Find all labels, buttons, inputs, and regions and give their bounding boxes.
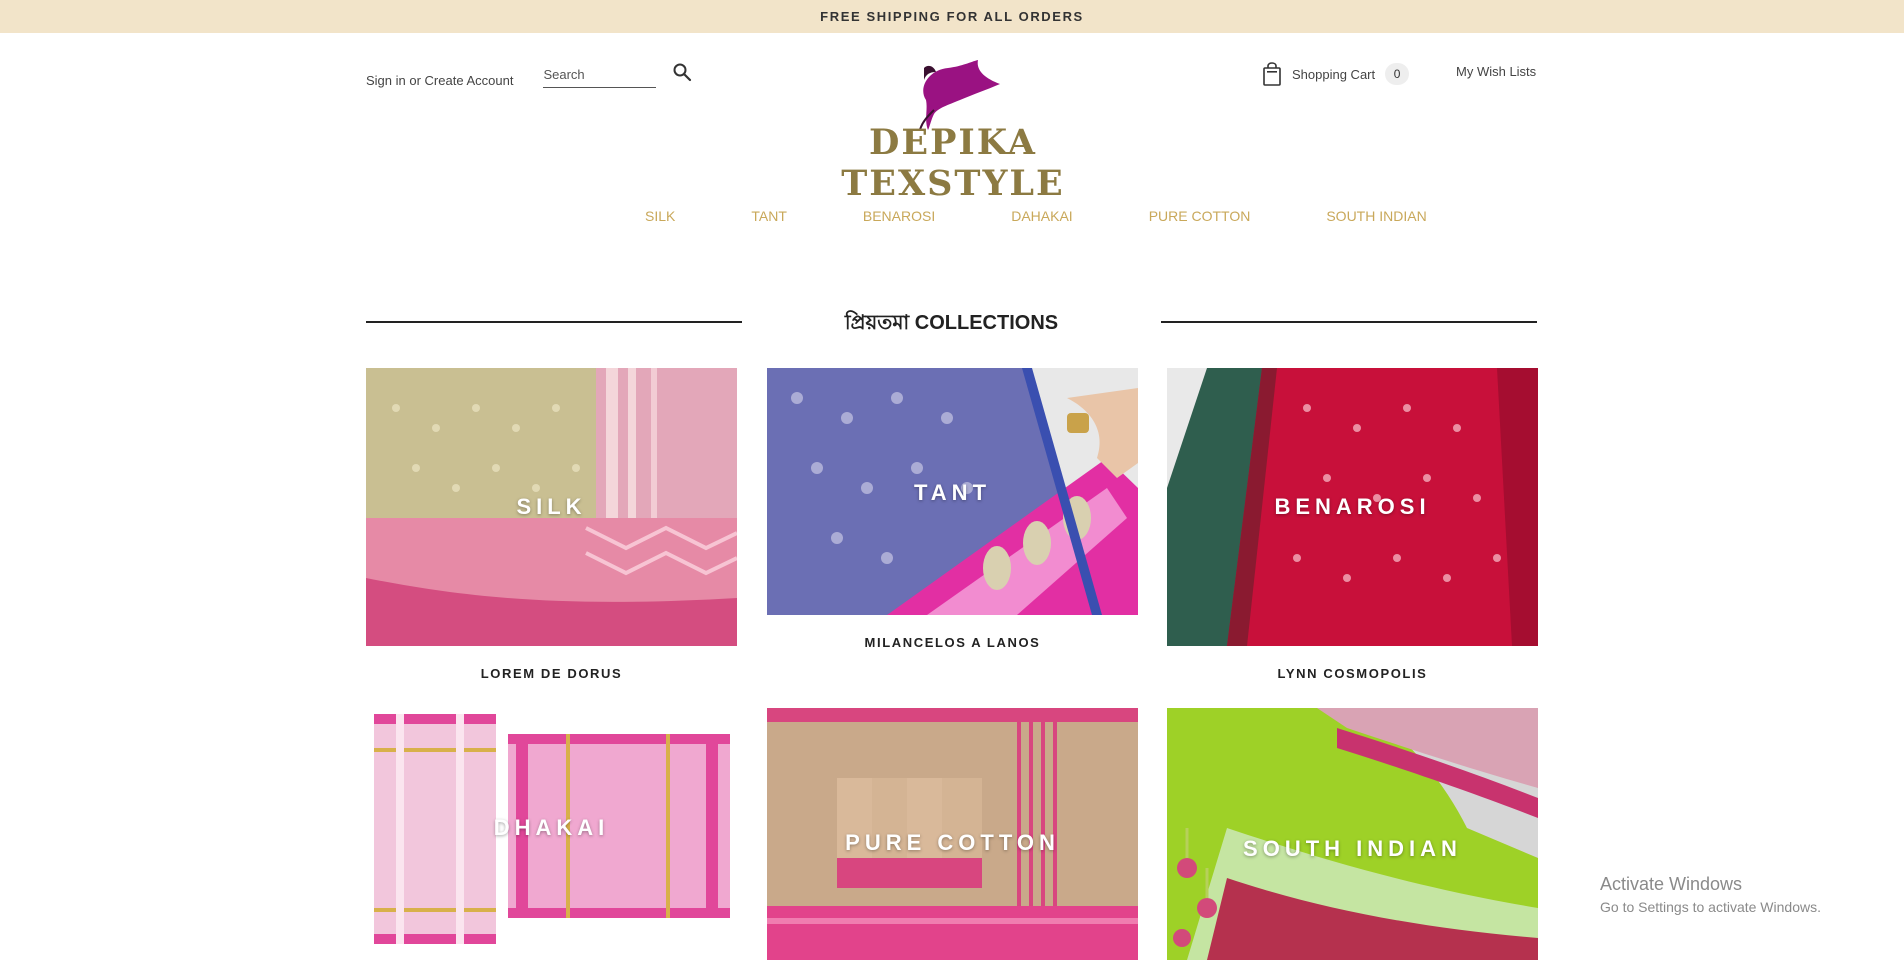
collection-image-benarosi[interactable]: BENAROSI — [1167, 368, 1538, 646]
collection-overlay-pure-cotton: PURE COTTON — [845, 830, 1060, 855]
create-account-link[interactable]: Create Account — [425, 73, 514, 88]
promo-text: FREE SHIPPING FOR ALL ORDERS — [820, 9, 1084, 24]
nav-item-south-indian[interactable]: SOUTH INDIAN — [1326, 208, 1426, 224]
cart-link[interactable]: Shopping Cart — [1292, 67, 1375, 82]
collection-card-dhakai[interactable]: DHAKAI — [366, 708, 737, 960]
activate-windows-title: Activate Windows — [1600, 874, 1743, 894]
header-left: Sign in or Create Account — [366, 62, 657, 88]
collection-image-dhakai[interactable]: DHAKAI — [366, 708, 737, 960]
brand-logo[interactable]: DEPIKA TEXSTYLE — [788, 60, 1118, 204]
signin-link[interactable]: Sign in — [366, 73, 406, 88]
wishlist-link[interactable]: My Wish Lists — [1456, 64, 1536, 79]
collection-overlay-tant: TANT — [913, 480, 992, 505]
collection-overlay-benarosi: BENAROSI — [1274, 494, 1431, 519]
logo-wordmark: DEPIKA TEXSTYLE — [841, 122, 1065, 204]
search-icon[interactable] — [672, 62, 692, 82]
collection-card-tant[interactable]: TANT MILANCELOS A LANOS — [767, 368, 1138, 650]
search-box — [543, 62, 657, 88]
collections-heading: প্রিয়তমা COLLECTIONS — [366, 308, 1537, 338]
heading-divider-right — [1161, 321, 1537, 323]
account-links: Sign in or Create Account — [366, 73, 513, 88]
collection-overlay-silk: SILK — [516, 494, 587, 519]
collections-title: প্রিয়তমা COLLECTIONS — [844, 312, 1059, 334]
activate-windows-watermark: Activate Windows Go to Settings to activ… — [1600, 874, 1821, 915]
collection-card-silk[interactable]: SILK LOREM DE DORUS — [366, 368, 737, 681]
nav-item-benarosi[interactable]: BENAROSI — [863, 208, 935, 224]
collection-caption[interactable]: LYNN COSMOPOLIS — [1167, 666, 1538, 681]
collection-overlay-dhakai: DHAKAI — [493, 815, 610, 840]
collection-card-south-indian[interactable]: SOUTH INDIAN — [1167, 708, 1538, 960]
main-nav: SILK TANT BENAROSI DAHAKAI PURE COTTON S… — [645, 208, 1503, 224]
nav-item-pure-cotton[interactable]: PURE COTTON — [1149, 208, 1251, 224]
collection-image-silk[interactable]: SILK — [366, 368, 737, 646]
collection-image-tant[interactable]: TANT — [767, 368, 1138, 615]
collection-caption[interactable]: LOREM DE DORUS — [366, 666, 737, 681]
search-input[interactable] — [543, 62, 657, 87]
heading-divider-left — [366, 321, 742, 323]
collection-caption[interactable]: MILANCELOS A LANOS — [767, 635, 1138, 650]
shopping-bag-icon[interactable] — [1262, 62, 1282, 86]
nav-item-silk[interactable]: SILK — [645, 208, 675, 224]
collection-image-south-indian[interactable]: SOUTH INDIAN — [1167, 708, 1538, 960]
or-text: or — [405, 73, 425, 88]
nav-item-tant[interactable]: TANT — [751, 208, 787, 224]
collection-overlay-south-indian: SOUTH INDIAN — [1243, 836, 1462, 861]
promo-bar: FREE SHIPPING FOR ALL ORDERS — [0, 0, 1904, 33]
logo-mark — [919, 60, 1000, 130]
activate-windows-subtitle: Go to Settings to activate Windows. — [1600, 899, 1821, 915]
nav-item-dahakai[interactable]: DAHAKAI — [1011, 208, 1072, 224]
collection-card-benarosi[interactable]: BENAROSI LYNN COSMOPOLIS — [1167, 368, 1538, 681]
collection-card-pure-cotton[interactable]: PURE COTTON — [767, 708, 1138, 960]
cart-count-badge: 0 — [1385, 63, 1410, 85]
header-right: Shopping Cart 0 — [1262, 62, 1410, 86]
collection-image-pure-cotton[interactable]: PURE COTTON — [767, 708, 1138, 960]
